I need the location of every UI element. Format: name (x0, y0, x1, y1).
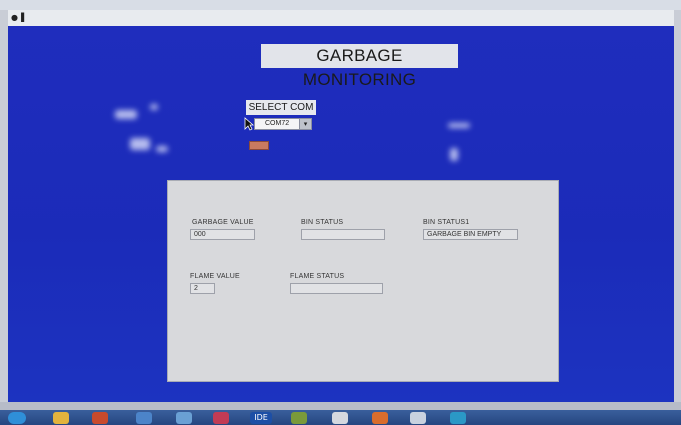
bin-status1-field: GARBAGE BIN EMPTY (423, 229, 518, 240)
flame-value-label: FLAME VALUE (190, 273, 240, 280)
screen-glare (130, 138, 150, 150)
app-icon[interactable] (410, 412, 426, 424)
select-com-label: SELECT COM (246, 100, 316, 115)
window-bottom-frame (0, 402, 681, 410)
com-port-value: COM72 (265, 120, 290, 127)
screen-glare (115, 110, 137, 119)
app-icon[interactable] (332, 412, 348, 424)
com-port-select[interactable]: COM72 ▾ (254, 118, 312, 130)
start-button[interactable] (249, 141, 269, 150)
ide-icon-text: IDE (254, 413, 268, 422)
flame-value-field: 2 (190, 283, 215, 294)
media-player-icon[interactable] (92, 412, 108, 424)
mouse-pointer-icon (244, 117, 254, 131)
taskbar: IDE (0, 410, 681, 425)
app-window: GARBAGE MONITORING SELECT COM COM72 ▾ GA… (8, 26, 674, 402)
screen-glare (448, 123, 470, 128)
chevron-down-icon[interactable]: ▾ (299, 119, 311, 129)
bin-status-field (301, 229, 385, 240)
app-icon[interactable] (450, 412, 466, 424)
folder-icon[interactable] (53, 412, 69, 424)
app-icon[interactable] (372, 412, 388, 424)
garbage-value-field: 000 (190, 229, 255, 240)
screen-glare (156, 146, 168, 152)
screen-glare (150, 104, 158, 110)
bin-status1-label: BIN STATUS1 (423, 219, 470, 226)
windows-start-icon[interactable] (8, 412, 26, 424)
internet-explorer-icon[interactable] (136, 412, 152, 424)
monitor-bezel-top (0, 0, 681, 10)
bin-status-label: BIN STATUS (301, 219, 344, 226)
app-icon[interactable] (291, 412, 307, 424)
flame-status-field (290, 283, 383, 294)
app-icon[interactable] (176, 412, 192, 424)
ide-icon[interactable]: IDE (250, 412, 272, 424)
garbage-value-label: GARBAGE VALUE (192, 219, 254, 226)
screen-glare (450, 148, 458, 161)
system-menu-icon[interactable]: ●▐ (11, 13, 29, 23)
window-title-bar: ●▐ (8, 10, 674, 27)
flame-status-label: FLAME STATUS (290, 273, 345, 280)
page-title: GARBAGE MONITORING (261, 44, 458, 89)
app-icon[interactable] (213, 412, 229, 424)
monitoring-panel: GARBAGE VALUE 000 BIN STATUS BIN STATUS1… (167, 180, 559, 382)
